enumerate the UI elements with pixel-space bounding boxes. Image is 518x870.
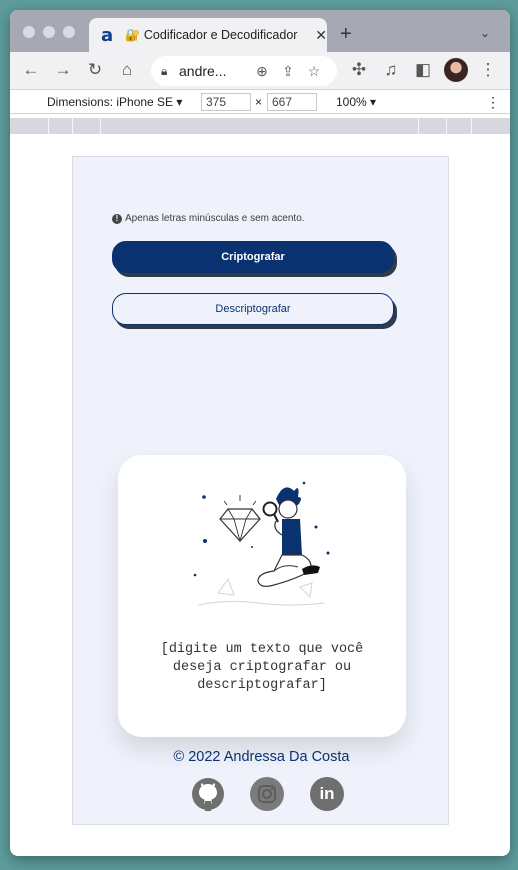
address-bar[interactable]: 🔒︎ andre... ⊕ ⇪ ☆	[151, 56, 337, 86]
media-icon[interactable]: ♫	[380, 60, 402, 80]
bookmark-star-icon[interactable]: ☆	[301, 63, 327, 80]
device-width-input[interactable]: 375	[201, 93, 251, 111]
reload-icon[interactable]: ↻	[84, 60, 106, 80]
input-hint: ! Apenas letras minúsculas e sem acento.	[112, 213, 305, 224]
extensions-icon[interactable]: ✣	[348, 60, 370, 80]
address-text: andre...	[179, 63, 227, 79]
github-icon[interactable]	[191, 777, 225, 811]
browser-tab[interactable]: a 🔐 Codificador e Decodificador ✕	[89, 18, 327, 52]
ruler-segment[interactable]	[100, 118, 101, 134]
person-with-magnifier-illustration	[193, 481, 330, 606]
device-height-input[interactable]: 667	[267, 93, 317, 111]
tab-title: Codificador e Decodificador	[143, 28, 298, 42]
instagram-icon[interactable]	[250, 777, 284, 811]
placeholder-message: [digite um texto que você deseja criptog…	[160, 642, 364, 693]
browser-toolbar: ← → ↻ ⌂ 🔒︎ andre... ⊕ ⇪ ☆ ✣ ♫ ◧ ⋮	[10, 52, 510, 90]
output-card: [digite um texto que você deseja criptog…	[118, 455, 406, 737]
copyright-text: © 2022 Andressa Da Costa	[173, 749, 350, 765]
menu-icon[interactable]: ⋮	[477, 60, 499, 80]
side-panel-icon[interactable]: ◧	[412, 60, 434, 80]
close-window-button[interactable]	[23, 26, 35, 38]
close-tab-icon[interactable]: ✕	[315, 27, 327, 44]
back-icon[interactable]: ←	[20, 60, 42, 80]
info-icon: !	[112, 213, 122, 224]
share-icon[interactable]: ⇪	[275, 63, 301, 80]
linkedin-label: in	[310, 777, 344, 811]
forward-icon[interactable]: →	[52, 60, 74, 80]
lock-emoji-icon: 🔐	[124, 28, 140, 42]
ruler-segment[interactable]	[48, 118, 49, 134]
device-toolbar: Dimensions: iPhone SE ▾ 375 × 667 100% ▾…	[10, 90, 510, 114]
tab-search-icon[interactable]: ⌄	[480, 26, 490, 40]
profile-avatar[interactable]	[444, 58, 468, 82]
linkedin-icon[interactable]: in	[310, 777, 344, 811]
minimize-window-button[interactable]	[43, 26, 55, 38]
browser-window: a 🔐 Codificador e Decodificador ✕ + ⌄ ← …	[10, 10, 510, 856]
decrypt-button[interactable]: Descriptografar	[112, 293, 394, 325]
zoom-select[interactable]: 100% ▾	[336, 95, 376, 109]
ruler-segment[interactable]	[418, 118, 419, 134]
ruler-segment[interactable]	[72, 118, 73, 134]
zoom-icon[interactable]: ⊕	[249, 63, 275, 80]
hint-text: Apenas letras minúsculas e sem acento.	[125, 213, 305, 224]
dimension-separator: ×	[255, 95, 263, 109]
home-icon[interactable]: ⌂	[116, 60, 138, 80]
encrypt-button[interactable]: Criptografar	[112, 241, 394, 273]
site-favicon-icon: a	[101, 24, 114, 46]
ruler-segment[interactable]	[471, 118, 472, 134]
more-options-icon[interactable]: ⋮	[486, 94, 500, 111]
device-select[interactable]: Dimensions: iPhone SE ▾	[47, 95, 182, 109]
app-viewport: ! Apenas letras minúsculas e sem acento.…	[72, 156, 449, 825]
ruler-segment[interactable]	[446, 118, 447, 134]
lock-icon: 🔒︎	[161, 63, 168, 78]
media-query-ruler	[10, 118, 510, 134]
new-tab-icon[interactable]: +	[340, 23, 352, 46]
tab-bar: a 🔐 Codificador e Decodificador ✕ + ⌄	[10, 10, 510, 52]
maximize-window-button[interactable]	[63, 26, 75, 38]
